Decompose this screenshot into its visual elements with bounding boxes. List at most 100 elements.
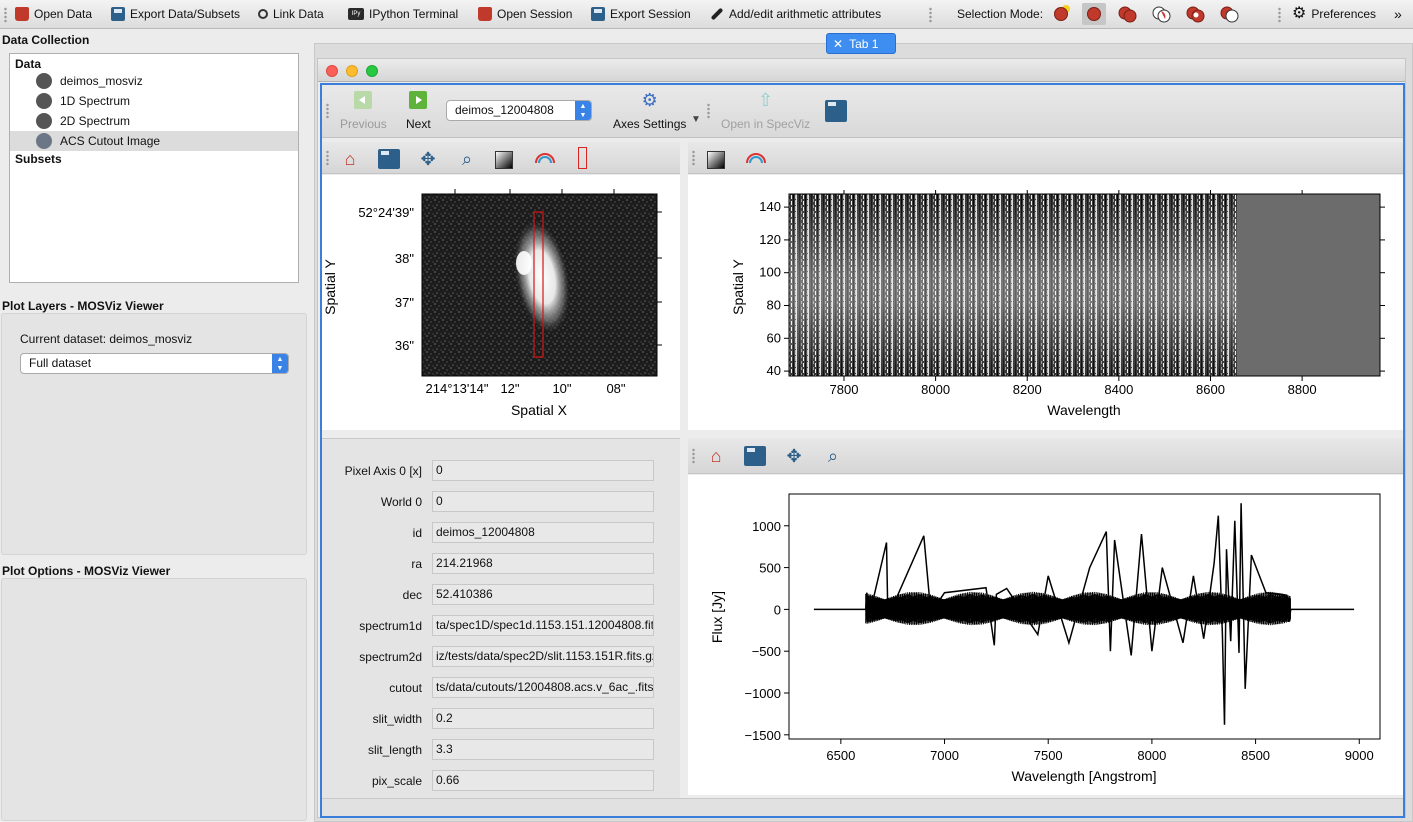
zoom-icon[interactable]: ⌕ — [456, 148, 478, 170]
metadata-label: dec — [402, 588, 422, 602]
metadata-label: spectrum2d — [359, 650, 422, 664]
colormap-icon[interactable] — [534, 148, 556, 170]
metadata-value[interactable]: deimos_12004808 — [432, 522, 654, 543]
ipython-terminal-button[interactable]: IPy IPython Terminal — [348, 5, 458, 23]
y-tick-label: −500 — [752, 644, 781, 659]
toolbar-grip[interactable] — [1278, 7, 1281, 23]
save-icon[interactable] — [744, 446, 766, 466]
toolbar-overflow-icon[interactable]: » — [1394, 5, 1402, 23]
arithmetic-attributes-button[interactable]: Add/edit arithmetic attributes — [710, 5, 881, 23]
contrast-icon[interactable] — [707, 151, 725, 169]
axes-settings-label: Axes Settings — [613, 117, 687, 131]
not-mode-button[interactable] — [1218, 3, 1242, 25]
toolbar-grip[interactable] — [326, 150, 329, 166]
metadata-value[interactable]: ts/data/cutouts/12004808.acs.v_6ac_.fits — [432, 677, 654, 698]
object-select[interactable]: deimos_12004808 ▲ ▼ — [446, 100, 592, 121]
spectrum1d-viewer[interactable]: 6500 7000 7500 8000 8500 9000 1000 500 0 −500 −100… — [688, 475, 1403, 795]
home-icon[interactable]: ⌂ — [339, 148, 361, 170]
pan-icon[interactable]: ✥ — [417, 148, 439, 170]
colormap-icon[interactable] — [745, 148, 767, 170]
x-tick-label: 8500 — [1241, 748, 1270, 763]
status-bar — [322, 798, 1403, 816]
home-icon[interactable]: ⌂ — [705, 445, 727, 467]
preferences-button[interactable]: ⚙ Preferences — [1292, 5, 1376, 23]
spectrum2d-plot[interactable]: 7800 8000 8200 8400 8600 8800140120100806040 … — [688, 175, 1403, 430]
metadata-value[interactable]: 3.3 — [432, 739, 654, 760]
metadata-row: World 0 0 — [322, 491, 678, 513]
metadata-value[interactable]: 0 — [432, 491, 654, 512]
metadata-value[interactable]: 214.21968 — [432, 553, 654, 574]
minimize-window-icon[interactable] — [346, 65, 358, 77]
metadata-value[interactable]: 52.410386 — [432, 584, 654, 605]
pan-icon[interactable]: ✥ — [783, 445, 805, 467]
axes-settings-button[interactable]: ⚙ Axes Settings — [613, 91, 686, 131]
window-titlebar[interactable] — [318, 59, 1405, 82]
close-window-icon[interactable] — [326, 65, 338, 77]
save-icon[interactable] — [825, 100, 847, 122]
floppy-icon — [111, 7, 125, 21]
open-data-button[interactable]: Open Data — [15, 5, 92, 23]
x-tick-label: 6500 — [826, 748, 855, 763]
x-tick-label: 8200 — [1013, 382, 1042, 397]
and-mode-button[interactable] — [1150, 3, 1174, 25]
xor-mode-button[interactable] — [1184, 3, 1208, 25]
data-item[interactable]: ACS Cutout Image — [10, 131, 298, 151]
dataset-color-icon — [36, 113, 52, 129]
link-data-button[interactable]: Link Data — [258, 5, 324, 23]
toolbar-grip[interactable] — [692, 448, 695, 464]
zoom-icon[interactable]: ⌕ — [822, 445, 844, 467]
new-selection-mode-button[interactable] — [1049, 3, 1073, 25]
toolbar-grip[interactable] — [4, 7, 7, 23]
metadata-value[interactable]: 0.66 — [432, 770, 654, 791]
next-button[interactable]: Next — [406, 91, 431, 131]
metadata-label: cutout — [389, 681, 422, 695]
save-icon[interactable] — [378, 149, 400, 169]
export-session-button[interactable]: Export Session — [591, 5, 691, 23]
replace-mode-button[interactable] — [1082, 3, 1106, 25]
toolbar-grip[interactable] — [929, 7, 932, 23]
toolbar-grip[interactable] — [326, 103, 329, 119]
or-mode-button[interactable] — [1116, 3, 1140, 25]
spectrum1d-plot[interactable]: 6500 7000 7500 8000 8500 9000 1000 500 0 −500 −100… — [688, 475, 1403, 795]
export-session-label: Export Session — [610, 7, 691, 21]
slit-icon[interactable] — [578, 147, 587, 169]
object-select-value: deimos_12004808 — [455, 103, 554, 117]
y-axis-label: Spatial Y — [322, 258, 338, 314]
x-tick-label: 8400 — [1104, 382, 1133, 397]
open-in-specviz-button[interactable]: ⇧ Open in SpecViz — [721, 91, 810, 131]
data-item-label: deimos_mosviz — [60, 74, 143, 88]
toolbar-grip[interactable] — [692, 150, 695, 166]
dropdown-triangle-icon[interactable]: ▼ — [691, 114, 701, 125]
metadata-value[interactable]: iz/tests/data/spec2D/slit.1153.151R.fits… — [432, 646, 654, 667]
new-selection-icon — [1054, 7, 1068, 21]
data-item[interactable]: 1D Spectrum — [10, 91, 298, 111]
metadata-row: spectrum2d iz/tests/data/spec2D/slit.1153… — [322, 646, 678, 668]
current-dataset-label: Current dataset: deimos_mosviz — [20, 332, 193, 346]
dataset-select[interactable]: Full dataset ▲ ▼ — [20, 353, 289, 374]
x-tick-label: 7800 — [830, 382, 859, 397]
dataset-color-icon — [36, 133, 52, 149]
metadata-value[interactable]: ta/spec1D/spec1d.1153.151.12004808.fits — [432, 615, 654, 636]
close-icon[interactable]: ✕ — [833, 37, 843, 51]
metadata-value[interactable]: 0.2 — [432, 708, 654, 729]
tab-1[interactable]: ✕ Tab 1 — [826, 33, 896, 54]
open-session-button[interactable]: Open Session — [478, 5, 572, 23]
y-tick-label: −1000 — [744, 686, 781, 701]
plot-layers-title: Plot Layers - MOSViz Viewer — [2, 299, 164, 313]
data-item[interactable]: deimos_mosviz — [10, 71, 298, 91]
spectrum2d-viewer[interactable]: 7800 8000 8200 8400 8600 8800 140 120 100 80 60 40 … — [688, 175, 1403, 430]
contrast-icon[interactable] — [495, 151, 513, 169]
data-item[interactable]: 2D Spectrum — [10, 111, 298, 131]
y-tick-label: 40 — [767, 363, 781, 378]
metadata-value[interactable]: 0 — [432, 460, 654, 481]
x-tick-label: 7500 — [1034, 748, 1063, 763]
metadata-row: id deimos_12004808 — [322, 522, 678, 544]
data-collection-tree[interactable]: Data deimos_mosviz 1D Spectrum 2D Spectr… — [9, 53, 299, 283]
zoom-window-icon[interactable] — [366, 65, 378, 77]
image-viewer[interactable]: 214°13'14" 12" 10" 08" 52°24'39" 38" 37"… — [322, 175, 680, 430]
export-data-button[interactable]: Export Data/Subsets — [111, 5, 240, 23]
open-session-label: Open Session — [497, 7, 573, 21]
plot-options-title: Plot Options - MOSViz Viewer — [2, 564, 171, 578]
previous-button[interactable]: Previous — [340, 91, 387, 131]
image-plot[interactable]: 214°13'14" 12" 10" 08" 52°24'39" 38" 37"… — [322, 175, 680, 430]
